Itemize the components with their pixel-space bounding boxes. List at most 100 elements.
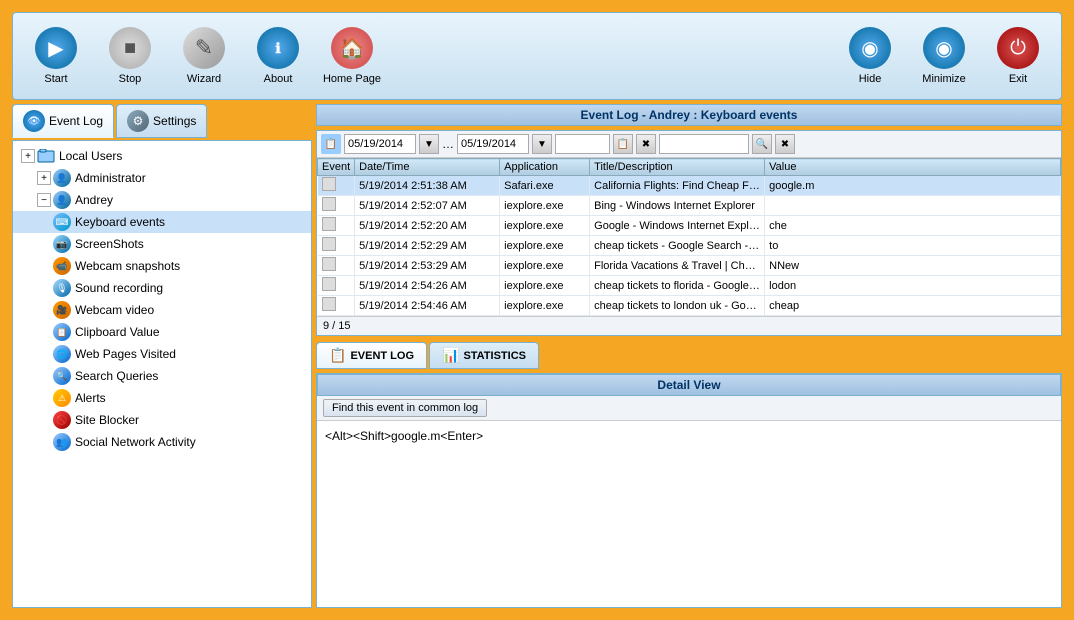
sidebar-item-administrator[interactable]: + 👤 Administrator <box>13 167 311 189</box>
col-application[interactable]: Application <box>500 159 590 176</box>
stop-button[interactable]: ■ Stop <box>95 17 165 95</box>
row-title: cheap tickets to london uk - Google <box>590 296 765 316</box>
sidebar-item-clipboard-value[interactable]: 📋 Clipboard Value <box>13 321 311 343</box>
row-icon <box>322 277 336 291</box>
sidebar-item-site-blocker[interactable]: 🚫 Site Blocker <box>13 409 311 431</box>
homepage-button[interactable]: 🏠 Home Page <box>317 17 387 95</box>
screenshots-icon: 📷 <box>53 235 71 253</box>
col-event[interactable]: Event <box>318 159 355 176</box>
about-label: About <box>264 73 293 85</box>
alerts-icon: ⚠ <box>53 389 71 407</box>
table-row[interactable]: 5/19/2014 2:52:20 AM iexplore.exe Google… <box>318 216 1061 236</box>
sidebar-item-webcam-snapshots[interactable]: 📹 Webcam snapshots <box>13 255 311 277</box>
app-filter-clear[interactable]: ✖ <box>636 134 656 154</box>
sidebar-item-webcam-video[interactable]: 🎥 Webcam video <box>13 299 311 321</box>
sidebar-item-search-queries[interactable]: 🔍 Search Queries <box>13 365 311 387</box>
table-row[interactable]: 5/19/2014 2:54:26 AM iexplore.exe cheap … <box>318 276 1061 296</box>
right-panel: Event Log - Andrey : Keyboard events 📋 ▼… <box>316 104 1062 608</box>
clipboard-value-label: Clipboard Value <box>75 325 160 339</box>
sidebar-item-web-pages-visited[interactable]: 🌐 Web Pages Visited <box>13 343 311 365</box>
row-value <box>765 196 1061 216</box>
tab-event-log-bottom[interactable]: 📋 EVENT LOG <box>316 342 427 369</box>
minimize-icon: ◉ <box>923 27 965 69</box>
webcam-snapshots-label: Webcam snapshots <box>75 259 180 273</box>
detail-view-title: Detail View <box>317 374 1061 396</box>
table-row[interactable]: 5/19/2014 2:52:29 AM iexplore.exe cheap … <box>318 236 1061 256</box>
app-filter-icon[interactable]: 📋 <box>613 134 633 154</box>
sidebar-item-andrey[interactable]: − 👤 Andrey <box>13 189 311 211</box>
about-icon: ℹ <box>257 27 299 69</box>
text-filter-clear[interactable]: ✖ <box>775 134 795 154</box>
sidebar-item-screenshots[interactable]: 📷 ScreenShots <box>13 233 311 255</box>
andrey-icon: 👤 <box>53 191 71 209</box>
find-in-log-button[interactable]: Find this event in common log <box>323 399 487 417</box>
sidebar-item-social-network-activity[interactable]: 👥 Social Network Activity <box>13 431 311 453</box>
sidebar-item-local-users[interactable]: + Local Users <box>13 145 311 167</box>
text-filter-input[interactable] <box>659 134 749 154</box>
web-pages-visited-label: Web Pages Visited <box>75 347 176 361</box>
table-row[interactable]: 5/19/2014 2:54:46 AM iexplore.exe cheap … <box>318 296 1061 316</box>
table-row[interactable]: 5/19/2014 2:53:29 AM iexplore.exe Florid… <box>318 256 1061 276</box>
row-value: google.m <box>765 176 1061 196</box>
date-to-picker[interactable]: ▼ <box>532 134 552 154</box>
text-filter-search[interactable]: 🔍 <box>752 134 772 154</box>
tab-settings[interactable]: ⚙ Settings <box>116 104 207 138</box>
left-panel: 👁 Event Log ⚙ Settings + Local Users <box>12 104 312 608</box>
andrey-label: Andrey <box>75 193 113 207</box>
row-datetime: 5/19/2014 2:54:26 AM <box>355 276 500 296</box>
start-button[interactable]: ▶ Start <box>21 17 91 95</box>
homepage-icon: 🏠 <box>331 27 373 69</box>
expand-andrey[interactable]: − <box>37 193 51 207</box>
date-from-picker[interactable]: ▼ <box>419 134 439 154</box>
sidebar-item-alerts[interactable]: ⚠ Alerts <box>13 387 311 409</box>
screenshots-label: ScreenShots <box>75 237 144 251</box>
detail-section: Detail View Find this event in common lo… <box>316 373 1062 608</box>
clipboard-value-icon: 📋 <box>53 323 71 341</box>
toolbar: ▶ Start ■ Stop ✎ Wizard ℹ About 🏠 Home P… <box>12 12 1062 100</box>
row-app: Safari.exe <box>500 176 590 196</box>
table-row[interactable]: 5/19/2014 2:52:07 AM iexplore.exe Bing -… <box>318 196 1061 216</box>
settings-tab-icon: ⚙ <box>127 110 149 132</box>
col-datetime[interactable]: Date/Time <box>355 159 500 176</box>
event-log-title: Event Log - Andrey : Keyboard events <box>316 104 1062 126</box>
stop-icon: ■ <box>109 27 151 69</box>
row-value: che <box>765 216 1061 236</box>
event-log-tab-icon: 👁 <box>23 110 45 132</box>
row-datetime: 5/19/2014 2:52:29 AM <box>355 236 500 256</box>
search-queries-icon: 🔍 <box>53 367 71 385</box>
minimize-button[interactable]: ◉ Minimize <box>909 17 979 95</box>
tab-statistics[interactable]: 📊 STATISTICS <box>429 342 539 369</box>
row-icon <box>322 297 336 311</box>
row-app: iexplore.exe <box>500 276 590 296</box>
about-button[interactable]: ℹ About <box>243 17 313 95</box>
filter-row: 📋 ▼ … ▼ 📋 ✖ 🔍 ✖ <box>317 131 1061 158</box>
webcam-video-icon: 🎥 <box>53 301 71 319</box>
tab-event-log[interactable]: 👁 Event Log <box>12 104 114 138</box>
expand-local-users[interactable]: + <box>21 149 35 163</box>
col-title[interactable]: Title/Description <box>590 159 765 176</box>
wizard-button[interactable]: ✎ Wizard <box>169 17 239 95</box>
settings-tab-label: Settings <box>153 114 196 128</box>
date-from-input[interactable] <box>344 134 416 154</box>
exit-button[interactable]: ⏻ Exit <box>983 17 1053 95</box>
expand-administrator[interactable]: + <box>37 171 51 185</box>
row-icon <box>322 237 336 251</box>
col-value[interactable]: Value <box>765 159 1061 176</box>
statistics-label: STATISTICS <box>463 350 526 362</box>
row-icon <box>322 197 336 211</box>
row-datetime: 5/19/2014 2:54:46 AM <box>355 296 500 316</box>
app-filter-input[interactable] <box>555 134 610 154</box>
hide-label: Hide <box>859 73 882 85</box>
social-network-icon: 👥 <box>53 433 71 451</box>
sidebar-item-keyboard-events[interactable]: ⌨ Keyboard events <box>13 211 311 233</box>
filter-icon: 📋 <box>321 134 341 154</box>
hide-button[interactable]: ◉ Hide <box>835 17 905 95</box>
sidebar-item-sound-recording[interactable]: 🎙 Sound recording <box>13 277 311 299</box>
date-to-input[interactable] <box>457 134 529 154</box>
keyboard-events-icon: ⌨ <box>53 213 71 231</box>
statistics-icon: 📊 <box>442 347 459 364</box>
keyboard-events-label: Keyboard events <box>75 215 165 229</box>
row-value: cheap <box>765 296 1061 316</box>
table-row[interactable]: 5/19/2014 2:51:38 AM Safari.exe Californ… <box>318 176 1061 196</box>
hide-icon: ◉ <box>849 27 891 69</box>
